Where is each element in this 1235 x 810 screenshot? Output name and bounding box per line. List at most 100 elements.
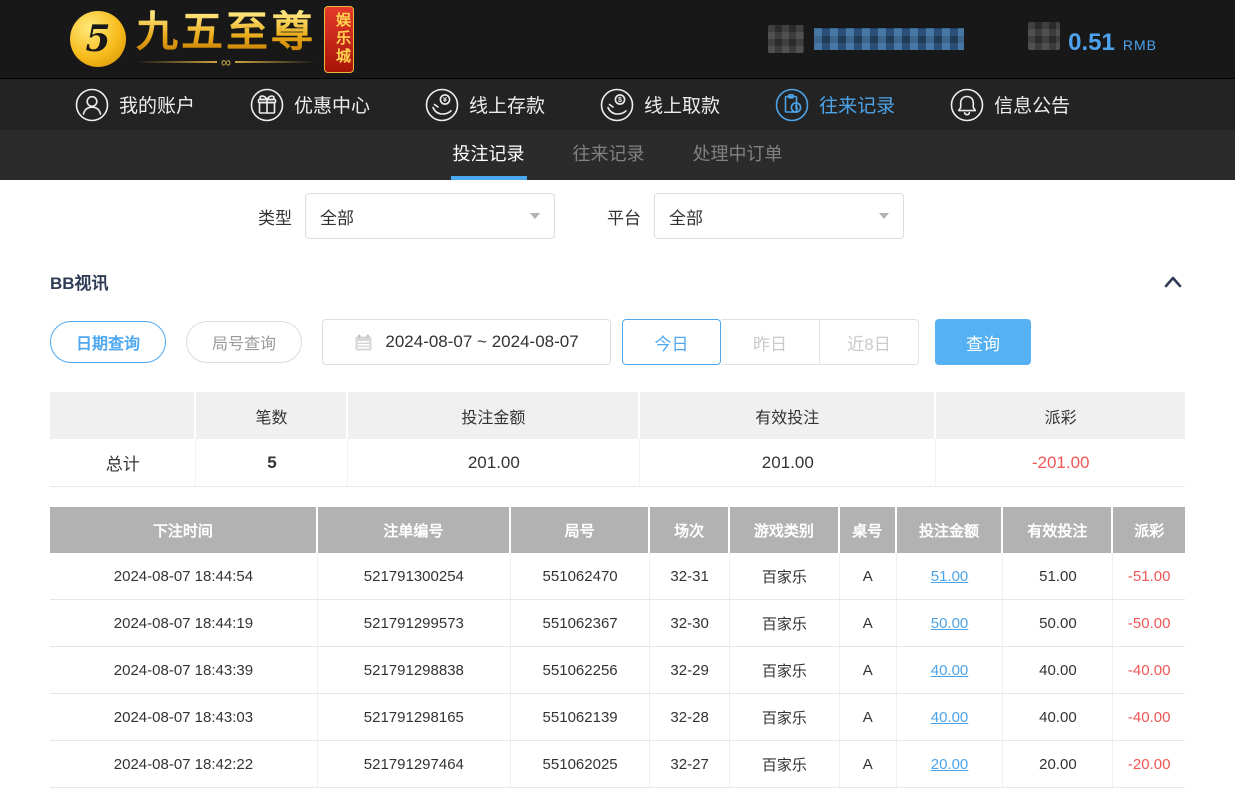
table-cell: 百家乐 (730, 647, 840, 693)
username-blurred (814, 28, 964, 50)
table-cell: A (840, 600, 897, 646)
table-header-cell: 有效投注 (1003, 507, 1113, 553)
date-range-input[interactable]: 2024-08-07 ~ 2024-08-07 (322, 319, 611, 365)
type-select-value: 全部 (320, 204, 354, 229)
round-query-button[interactable]: 局号查询 (186, 321, 302, 363)
user-account[interactable] (768, 25, 964, 53)
table-cell: 2024-08-07 18:44:54 (50, 553, 318, 599)
table-cell: 32-29 (650, 647, 729, 693)
table-cell: 百家乐 (730, 694, 840, 740)
search-button[interactable]: 查询 (935, 319, 1031, 365)
table-cell: 2024-08-07 18:43:39 (50, 647, 318, 693)
table-cell: 40.00 (1003, 694, 1113, 740)
bet-amount-link[interactable]: 40.00 (897, 694, 1004, 740)
table-cell: 521791297464 (318, 741, 511, 787)
logo-badge: 娱乐城 (324, 6, 354, 73)
collapse-section-button[interactable] (1161, 272, 1185, 292)
section-header: BB视讯 (50, 269, 1185, 294)
today-label: 今日 (655, 330, 689, 355)
date-query-label: 日期查询 (76, 330, 140, 354)
nav-item-records[interactable]: 往来记录 (774, 87, 895, 123)
bet-amount-link[interactable]: 40.00 (897, 647, 1004, 693)
nav-item-deposit[interactable]: ¥ 线上存款 (424, 87, 545, 123)
user-avatar-blurred (768, 25, 804, 53)
date-query-button[interactable]: 日期查询 (50, 321, 166, 363)
section-title: BB视讯 (50, 269, 109, 294)
nav-item-announcements[interactable]: 信息公告 (949, 87, 1070, 123)
nav-item-my-account[interactable]: 我的账户 (74, 87, 195, 123)
table-cell: 521791298838 (318, 647, 511, 693)
summary-header-cell: 派彩 (936, 392, 1185, 439)
table-cell: 551062470 (511, 553, 651, 599)
table-header-cell: 注单编号 (318, 507, 511, 553)
table-cell: 551062256 (511, 647, 651, 693)
table-cell: 百家乐 (730, 741, 840, 787)
summary-header-cell: 笔数 (196, 392, 348, 439)
summary-total-row: 总计 5 201.00 201.00 -201.00 (50, 439, 1185, 487)
summary-valid-bet: 201.00 (640, 439, 936, 486)
caret-down-icon (530, 213, 540, 219)
table-cell: 551062367 (511, 600, 651, 646)
logo-flourish: ∞ (136, 56, 316, 68)
tab-processing-orders[interactable]: 处理中订单 (691, 130, 785, 180)
bet-amount-link[interactable]: 51.00 (897, 553, 1004, 599)
nav-label: 我的账户 (119, 91, 195, 118)
platform-select-value: 全部 (669, 204, 703, 229)
summary-header-cell: 有效投注 (640, 392, 936, 439)
main-nav: 我的账户 优惠中心 ¥ 线上存款 $ 线上取款 (0, 78, 1235, 130)
tab-label: 处理中订单 (693, 140, 783, 166)
table-cell: 2024-08-07 18:43:03 (50, 694, 318, 740)
table-cell: A (840, 553, 897, 599)
table-cell: -40.00 (1113, 647, 1185, 693)
summary-payout: -201.00 (936, 439, 1185, 486)
table-cell: 32-31 (650, 553, 729, 599)
user-icon (74, 87, 110, 123)
table-cell: 32-30 (650, 600, 729, 646)
site-logo[interactable]: 5 九五至尊 ∞ 娱乐城 (70, 6, 354, 73)
balance-currency: RMB (1123, 37, 1157, 53)
tab-label: 投注记录 (453, 140, 525, 166)
platform-filter-label: 平台 (607, 204, 641, 229)
svg-text:$: $ (618, 97, 622, 104)
platform-select[interactable]: 全部 (654, 193, 904, 239)
withdraw-icon: $ (599, 87, 635, 123)
nav-item-withdraw[interactable]: $ 线上取款 (599, 87, 720, 123)
tab-label: 往来记录 (573, 140, 645, 166)
calendar-icon (354, 333, 373, 352)
table-header-cell: 下注时间 (50, 507, 318, 553)
last8days-button[interactable]: 近8日 (820, 319, 919, 365)
bet-amount-link[interactable]: 50.00 (897, 600, 1004, 646)
bell-icon (949, 87, 985, 123)
balance-amount: 0.51 (1068, 29, 1115, 57)
deposit-icon: ¥ (424, 87, 460, 123)
query-row: 日期查询 局号查询 2024-08-07 ~ 2024-08-07 今日 昨日 (50, 319, 1185, 365)
type-select[interactable]: 全部 (305, 193, 555, 239)
nav-label: 信息公告 (994, 91, 1070, 118)
table-cell: 551062025 (511, 741, 651, 787)
brand-name: 九五至尊 (136, 10, 316, 54)
nav-item-promotions[interactable]: 优惠中心 (249, 87, 370, 123)
tab-transaction-records[interactable]: 往来记录 (571, 130, 647, 180)
today-button[interactable]: 今日 (622, 319, 721, 365)
table-header-row: 下注时间 注单编号 局号 场次 游戏类别 桌号 投注金额 有效投注 派彩 (50, 507, 1185, 553)
summary-header-cell: 投注金额 (348, 392, 640, 439)
chevron-up-icon (1163, 275, 1183, 289)
summary-header-cell (50, 392, 196, 439)
nav-label: 线上存款 (469, 91, 545, 118)
table-row: 2024-08-07 18:43:03521791298165551062139… (50, 694, 1185, 741)
table-cell: -20.00 (1113, 741, 1185, 787)
table-header-cell: 桌号 (840, 507, 897, 553)
table-cell: 521791300254 (318, 553, 511, 599)
yesterday-button[interactable]: 昨日 (721, 319, 820, 365)
table-cell: 51.00 (1003, 553, 1113, 599)
bet-amount-link[interactable]: 20.00 (897, 741, 1004, 787)
nav-label: 往来记录 (819, 91, 895, 118)
summary-bet-amount: 201.00 (348, 439, 640, 486)
bet-records-table: 下注时间 注单编号 局号 场次 游戏类别 桌号 投注金额 有效投注 派彩 202… (50, 507, 1185, 788)
bet-table-body: 2024-08-07 18:44:54521791300254551062470… (50, 553, 1185, 788)
table-cell: A (840, 694, 897, 740)
table-cell: 百家乐 (730, 553, 840, 599)
tab-bet-records[interactable]: 投注记录 (451, 130, 527, 180)
summary-total-label: 总计 (50, 439, 196, 486)
round-query-label: 局号查询 (212, 330, 276, 354)
